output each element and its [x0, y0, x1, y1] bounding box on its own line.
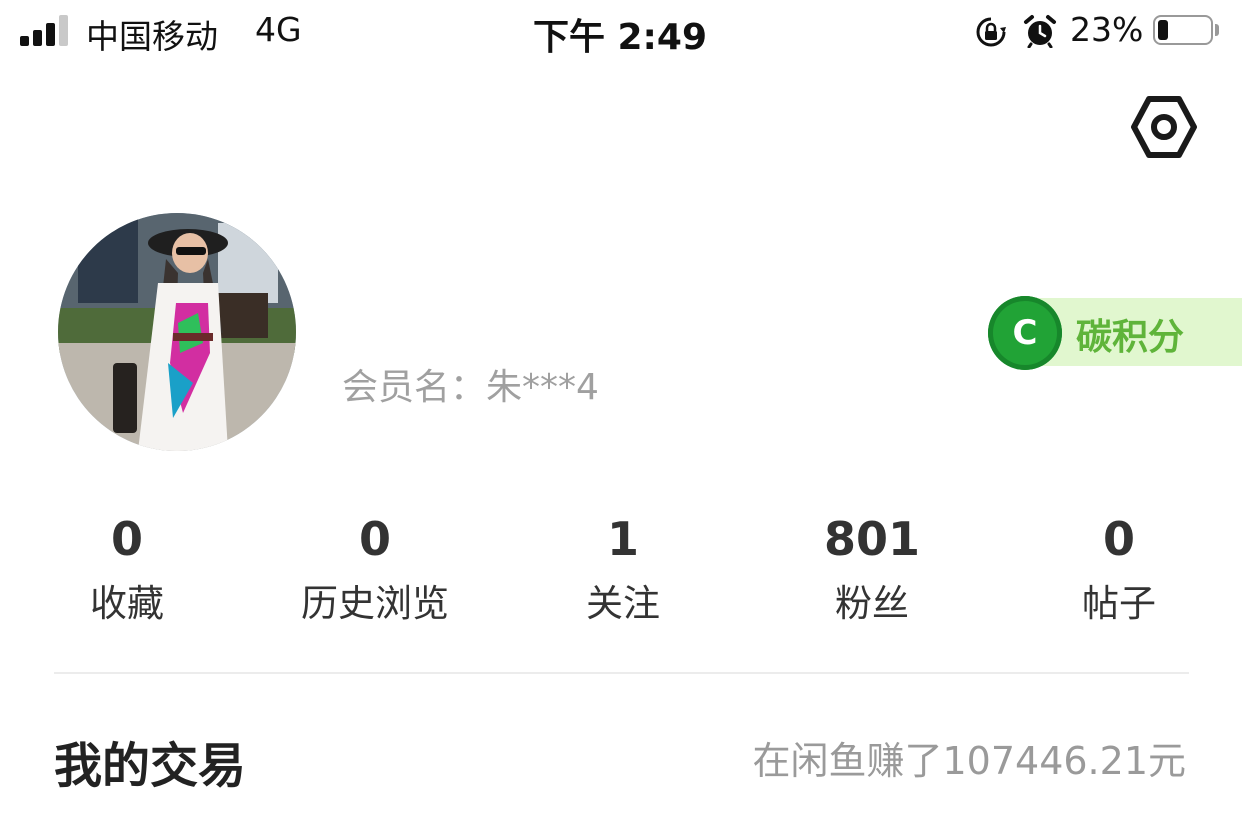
avatar-image [58, 213, 296, 451]
status-bar: 中国移动 4G 下午 2:49 23% [0, 0, 1242, 64]
network-type: 4G [255, 10, 302, 49]
stat-followers[interactable]: 801 粉丝 [772, 512, 972, 630]
stat-label: 帖子 [1082, 582, 1156, 625]
stat-following[interactable]: 1 关注 [523, 512, 723, 630]
stat-label: 历史浏览 [301, 582, 449, 625]
stat-favorites[interactable]: 0 收藏 [27, 512, 227, 630]
stat-value: 0 [358, 512, 391, 566]
stat-value: 801 [823, 512, 921, 566]
alarm-icon [1024, 15, 1056, 48]
divider [54, 672, 1189, 674]
profile-page: 中国移动 4G 下午 2:49 23% 会员名：朱***4 C 碳积分 0 收藏… [0, 0, 1242, 821]
stat-value: 1 [606, 512, 639, 566]
carbon-points-badge[interactable]: C 碳积分 [984, 296, 1242, 370]
username: 会员名：朱***4 [342, 358, 599, 410]
battery-tip [1215, 24, 1219, 36]
carrier-name: 中国移动 [86, 17, 218, 56]
stat-value: 0 [110, 512, 143, 566]
avatar[interactable] [58, 213, 296, 451]
rotation-lock-icon [976, 17, 1006, 47]
stat-history[interactable]: 0 历史浏览 [275, 512, 475, 630]
status-time: 下午 2:49 [532, 17, 708, 58]
stat-label: 粉丝 [835, 582, 909, 625]
stat-value: 0 [1102, 512, 1135, 566]
gear-icon[interactable] [1130, 93, 1198, 161]
signal-icon [20, 14, 72, 46]
carbon-badge-letter: C [1012, 313, 1038, 353]
username-prefix: 会员名： [342, 367, 487, 408]
battery-percent: 23% [1070, 10, 1144, 49]
battery-icon [1153, 15, 1213, 45]
stat-label: 关注 [586, 582, 660, 625]
stat-label: 收藏 [90, 582, 164, 625]
my-trades-title: 我的交易 [54, 738, 247, 794]
carbon-points-label: 碳积分 [1076, 317, 1185, 358]
stat-posts[interactable]: 0 帖子 [1019, 512, 1219, 630]
username-value: 朱***4 [486, 367, 599, 408]
earnings-summary[interactable]: 在闲鱼赚了107446.21元 [753, 730, 1187, 785]
